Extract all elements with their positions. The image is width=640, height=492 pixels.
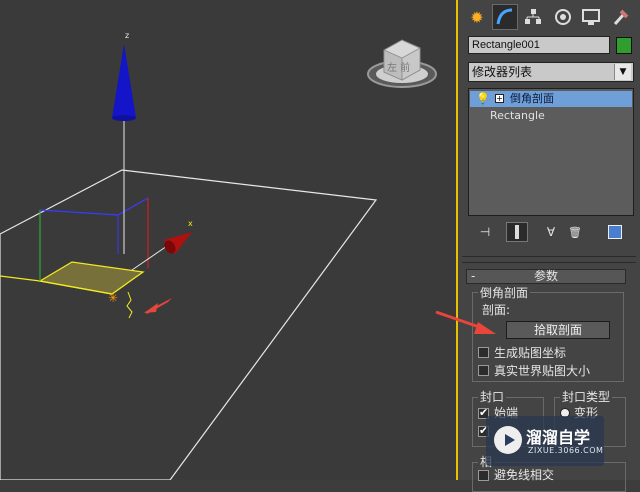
- avoid-intersect-checkbox[interactable]: [478, 470, 489, 481]
- stack-item-rectangle[interactable]: Rectangle: [470, 108, 632, 124]
- lightbulb-icon: 💡: [476, 92, 490, 105]
- trash-icon: 🗑: [568, 225, 582, 239]
- real-world-map-checkbox[interactable]: [478, 365, 489, 376]
- viewcube-label: 左 前: [387, 61, 410, 74]
- viewport-scene: z x ✳ 左 前: [0, 31, 437, 480]
- modifier-list-dropdown[interactable]: 修改器列表 ▼: [468, 62, 634, 82]
- modifier-list-label: 修改器列表: [472, 65, 533, 79]
- chevron-down-icon: ▼: [614, 64, 631, 80]
- end-result-icon: [515, 225, 519, 239]
- cap-group-title: 封口: [478, 390, 507, 404]
- bevel-profile-group-title: 倒角剖面: [478, 286, 531, 300]
- viewcube: 左 前: [367, 39, 437, 88]
- display-tab[interactable]: [578, 4, 604, 30]
- bevel-preview-plane: [38, 261, 145, 295]
- create-icon: ✹: [470, 7, 484, 27]
- hierarchy-tab[interactable]: [520, 4, 546, 30]
- object-color-swatch[interactable]: [616, 37, 632, 54]
- pin-stack-button[interactable]: ⊣: [474, 222, 496, 242]
- display-icon: [582, 9, 600, 25]
- real-world-map-label: 真实世界贴图大小: [494, 364, 591, 378]
- rollout-title: 参数: [533, 269, 558, 283]
- z-axis-arrow: [112, 44, 136, 118]
- watermark-brand: 溜溜自学: [526, 428, 591, 447]
- modifier-stack[interactable]: 💡 + 倒角剖面 Rectangle: [468, 88, 634, 216]
- configure-modifier-sets-button[interactable]: [604, 222, 626, 242]
- stack-toolbar: ⊣ ∀ 🗑: [468, 222, 634, 242]
- pick-profile-button[interactable]: 拾取剖面: [506, 321, 610, 339]
- expand-icon[interactable]: +: [495, 94, 504, 103]
- command-panel-tabs: ✹: [462, 4, 638, 32]
- collapse-icon: -: [471, 269, 476, 283]
- hierarchy-icon: [525, 9, 541, 24]
- perspective-viewport[interactable]: z x ✳ 左 前: [0, 0, 458, 480]
- profile-label: 剖面:: [482, 303, 511, 317]
- utilities-icon: [613, 9, 629, 26]
- parameters-rollout-header[interactable]: - 参数: [466, 269, 626, 284]
- watermark: 溜溜自学 ZIXUE.3066.COM: [486, 416, 604, 466]
- cap-type-group-title: 封口类型: [560, 390, 613, 404]
- motion-icon: [555, 9, 571, 25]
- make-unique-icon: ∀: [546, 225, 556, 239]
- command-panel: ✹ Rectangle001 修改器列表 ▼ 💡 + 倒角剖面 Rectangl…: [458, 0, 640, 492]
- pin-icon: ⊣: [479, 225, 491, 239]
- stack-item-label: Rectangle: [490, 109, 545, 122]
- object-name-field[interactable]: Rectangle001: [468, 36, 610, 54]
- z-axis-label: z: [125, 31, 129, 40]
- rectangle-shape: [0, 169, 378, 480]
- utilities-tab[interactable]: [608, 4, 634, 30]
- gen-map-coords-checkbox[interactable]: [478, 347, 489, 358]
- stack-item-label: 倒角剖面: [510, 92, 554, 105]
- panel-divider: [462, 262, 636, 263]
- x-axis-label: x: [188, 219, 193, 228]
- stack-item-bevel-profile[interactable]: 💡 + 倒角剖面: [470, 91, 632, 107]
- pivot-marker: ✳: [108, 291, 118, 305]
- make-unique-button[interactable]: ∀: [540, 222, 562, 242]
- watermark-logo-icon: [494, 426, 522, 454]
- configure-icon: [608, 225, 622, 239]
- create-tab[interactable]: ✹: [464, 4, 490, 30]
- motion-tab[interactable]: [550, 4, 576, 30]
- modify-icon: [496, 8, 513, 25]
- modify-tab[interactable]: [492, 4, 518, 30]
- remove-modifier-button[interactable]: 🗑: [564, 222, 586, 242]
- gen-map-coords-label: 生成贴图坐标: [494, 346, 567, 360]
- show-end-result-button[interactable]: [506, 222, 528, 242]
- watermark-url: ZIXUE.3066.COM: [528, 446, 604, 455]
- panel-divider: [462, 256, 636, 257]
